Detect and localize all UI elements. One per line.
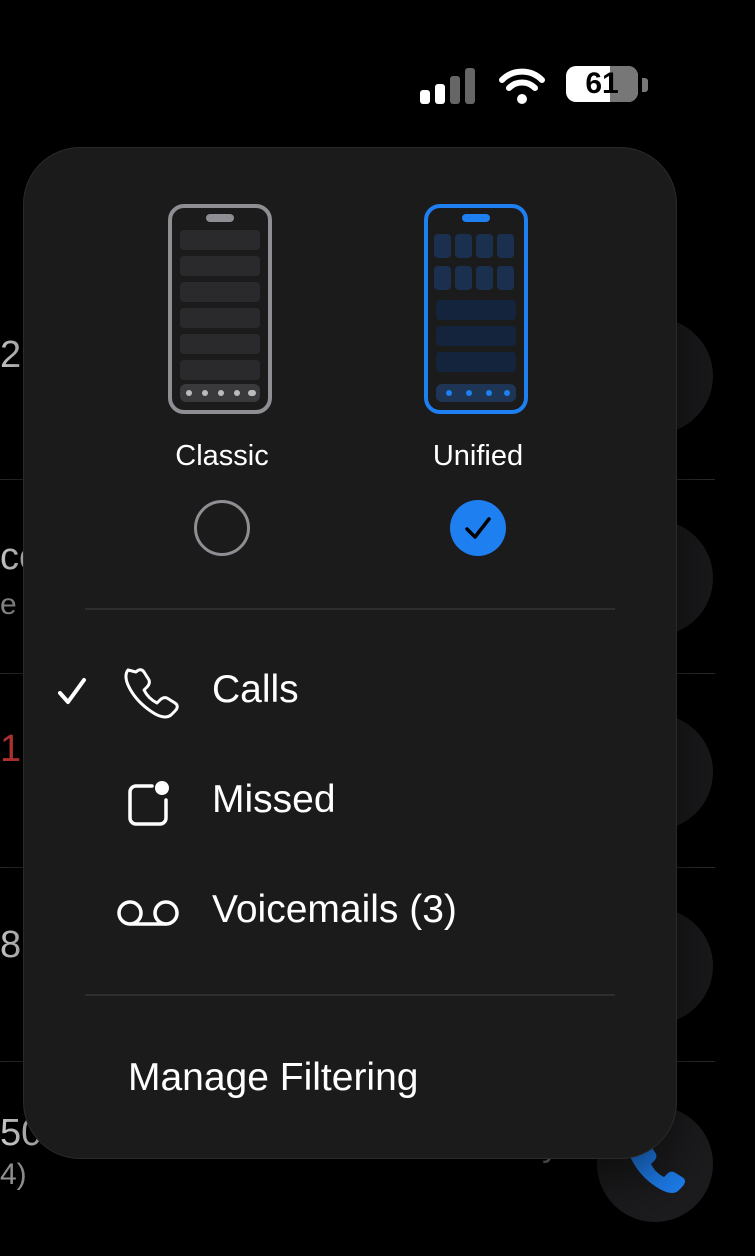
menu-item-label: Missed <box>212 778 336 821</box>
voicemail-icon <box>117 900 179 926</box>
layout-option-classic[interactable]: Classic <box>142 204 302 564</box>
layout-option-unified[interactable]: Unified <box>398 204 558 564</box>
battery-icon: 61 <box>566 66 638 102</box>
list-item-text: 1 <box>0 728 22 770</box>
menu-item-calls[interactable]: Calls <box>24 648 676 738</box>
list-item-text: 8 <box>0 924 22 966</box>
unified-layout-preview-icon <box>424 204 528 414</box>
menu-item-voicemails[interactable]: Voicemails (3) <box>24 868 676 958</box>
cellular-signal-icon <box>420 68 478 104</box>
menu-item-missed[interactable]: Missed <box>24 758 676 848</box>
status-bar: 61 <box>0 60 755 110</box>
checkmark-icon <box>465 517 491 539</box>
battery-tip <box>642 78 648 92</box>
manage-filtering-button[interactable]: Manage Filtering <box>128 1056 418 1100</box>
phone-icon <box>124 668 179 719</box>
menu-item-label: Voicemails (3) <box>212 888 457 931</box>
battery-level: 61 <box>585 67 619 100</box>
missed-badge-icon <box>128 781 169 826</box>
menu-divider <box>85 608 615 610</box>
wifi-icon <box>499 68 545 104</box>
unified-radio[interactable] <box>450 500 506 556</box>
list-item-sub: 4) <box>0 1158 27 1191</box>
layout-label-classic: Classic <box>175 440 269 472</box>
menu-item-label: Calls <box>212 668 299 711</box>
menu-divider <box>85 994 615 996</box>
filter-menu: Classic Unified Calls Missed Voicemails … <box>24 148 676 1158</box>
checkmark-icon <box>58 678 86 704</box>
layout-label-unified: Unified <box>432 440 524 472</box>
classic-layout-preview-icon <box>168 204 272 414</box>
list-item-sub: e <box>0 588 17 621</box>
classic-radio[interactable] <box>194 500 250 556</box>
